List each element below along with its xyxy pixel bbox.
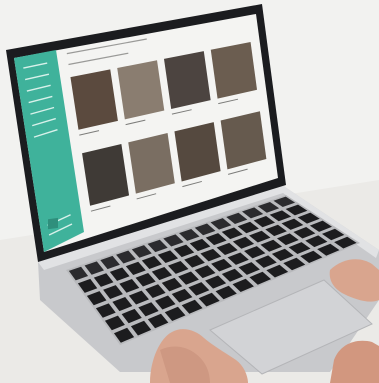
thumbnail: [163, 51, 211, 109]
thumbnail: [117, 60, 165, 120]
thumbnail: [70, 69, 118, 130]
thumbnail: [174, 122, 221, 182]
thumbnail: [128, 133, 175, 194]
sidebar-footer: [48, 217, 58, 230]
photo-frame: [0, 0, 379, 383]
laptop-photo: [0, 0, 379, 383]
thumbnail: [210, 41, 258, 99]
thumbnail: [220, 111, 267, 170]
thumbnail: [82, 143, 130, 206]
